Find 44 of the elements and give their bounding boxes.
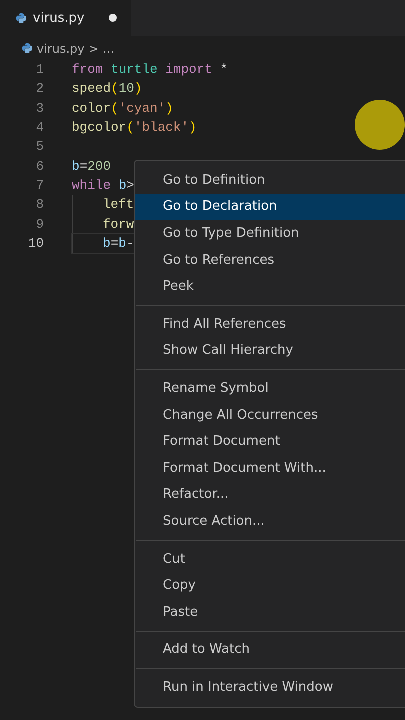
python-file-icon bbox=[22, 43, 33, 54]
code-line: while b> bbox=[72, 178, 134, 193]
cursor-highlight bbox=[355, 100, 405, 150]
menu-item[interactable]: Format Document bbox=[135, 428, 405, 455]
menu-item[interactable]: Peek bbox=[135, 273, 405, 300]
code-line: bgcolor('black') bbox=[72, 120, 197, 136]
code-line: b=b- bbox=[103, 236, 134, 251]
line-number: 10 bbox=[27, 236, 44, 251]
menu-item[interactable]: Go to References bbox=[135, 246, 405, 274]
menu-item[interactable]: Run in Interactive Window bbox=[135, 674, 405, 701]
menu-item[interactable]: Go to Definition bbox=[135, 167, 405, 194]
menu-item[interactable]: Go to Type Definition bbox=[135, 220, 405, 247]
breadcrumb-separator: > bbox=[88, 42, 99, 56]
menu-item[interactable]: Copy bbox=[135, 572, 405, 599]
menu-item[interactable]: Rename Symbol bbox=[135, 375, 405, 402]
editor-tab[interactable]: virus.py bbox=[0, 0, 131, 36]
line-number: 5 bbox=[35, 139, 44, 154]
code-line: left bbox=[103, 197, 134, 212]
menu-item[interactable]: Refactor... bbox=[135, 482, 405, 508]
code-line: color('cyan') bbox=[72, 100, 174, 116]
code-line: b=200 bbox=[72, 158, 112, 174]
menu-item[interactable]: Format Document With... bbox=[135, 454, 405, 482]
breadcrumb-item[interactable]: virus.py bbox=[37, 42, 85, 56]
menu-item[interactable]: Change All Occurrences bbox=[135, 402, 405, 428]
menu-item[interactable]: Paste bbox=[135, 598, 405, 626]
menu-item[interactable]: Go to Declaration bbox=[135, 194, 405, 220]
line-number: 8 bbox=[35, 197, 44, 212]
menu-item[interactable]: Find All References bbox=[135, 310, 405, 338]
line-number: 2 bbox=[35, 81, 44, 96]
line-number: 9 bbox=[35, 216, 44, 232]
menu-item[interactable]: Source Action... bbox=[135, 508, 405, 535]
line-number: 6 bbox=[35, 158, 44, 174]
line-number: 7 bbox=[35, 178, 44, 193]
menu-item[interactable]: Show Call Hierarchy bbox=[135, 338, 405, 364]
code-line: speed(10) bbox=[72, 81, 142, 96]
menu-item[interactable]: Cut bbox=[135, 546, 405, 572]
menu-item[interactable]: Add to Watch bbox=[135, 636, 405, 664]
code-line: from turtle import * bbox=[72, 62, 228, 78]
line-number: 1 bbox=[35, 62, 44, 78]
line-number: 3 bbox=[35, 100, 44, 116]
code-line: forw bbox=[103, 216, 134, 232]
breadcrumb-item[interactable]: … bbox=[102, 42, 115, 56]
line-number: 4 bbox=[35, 120, 44, 136]
python-file-icon bbox=[16, 12, 27, 24]
